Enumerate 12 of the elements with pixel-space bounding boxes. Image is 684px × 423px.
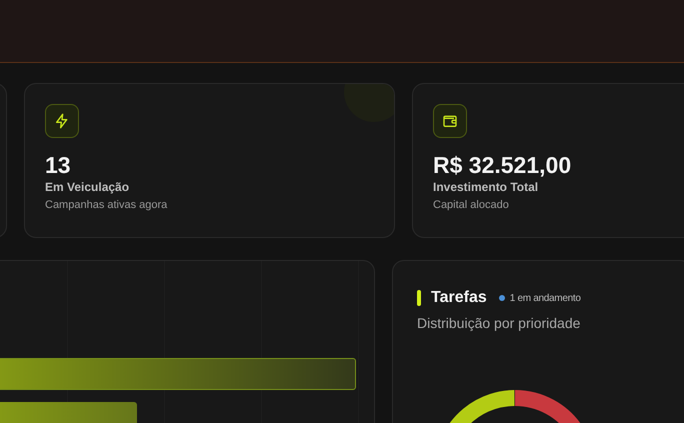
stat-subtitle: Capital alocado	[433, 199, 509, 211]
card-title: Tarefas	[431, 289, 487, 307]
lightning-icon	[45, 104, 79, 138]
status-label: 1 em andamento	[510, 292, 581, 304]
wallet-icon	[433, 104, 467, 138]
stat-subtitle: Campanhas ativas agora	[45, 199, 168, 211]
stat-title: Investimento Total	[433, 180, 538, 194]
stat-value: R$ 32.521,00	[433, 152, 572, 178]
card-subtitle: Distribuição por prioridade	[417, 315, 582, 331]
stat-title: Em Veiculação	[45, 180, 130, 194]
stat-value: 13	[45, 152, 71, 178]
accent-bar	[417, 290, 421, 306]
